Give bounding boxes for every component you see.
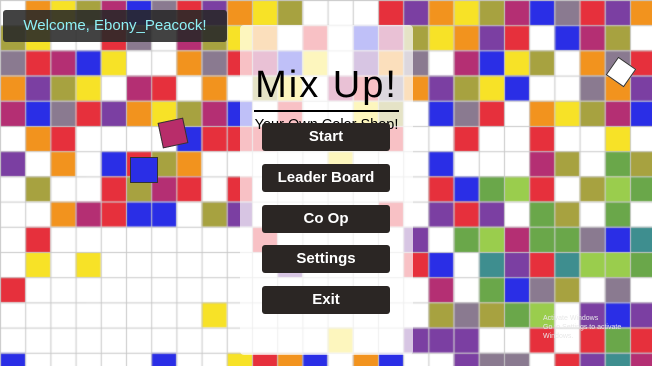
exit-button[interactable]: Exit xyxy=(262,286,390,314)
settings-button[interactable]: Settings xyxy=(262,245,390,273)
floating-magenta-tile xyxy=(157,117,189,149)
co-op-button[interactable]: Co Op xyxy=(262,205,390,233)
activate-windows-watermark: Activate Windows Go to Settings to activ… xyxy=(543,314,652,341)
welcome-banner: Welcome, Ebony_Peacock! xyxy=(3,10,227,42)
leader-board-button[interactable]: Leader Board xyxy=(262,164,390,192)
watermark-line2: Go to Settings to activate Windows. xyxy=(543,324,622,340)
main-menu-panel: Mix Up! Your Own Color Shop! Start Leade… xyxy=(240,25,413,355)
watermark-line1: Activate Windows xyxy=(543,315,599,322)
game-title: Mix Up! xyxy=(255,64,398,106)
floating-blue-tile xyxy=(130,157,158,183)
title-underline xyxy=(254,110,399,112)
start-button[interactable]: Start xyxy=(262,123,390,151)
